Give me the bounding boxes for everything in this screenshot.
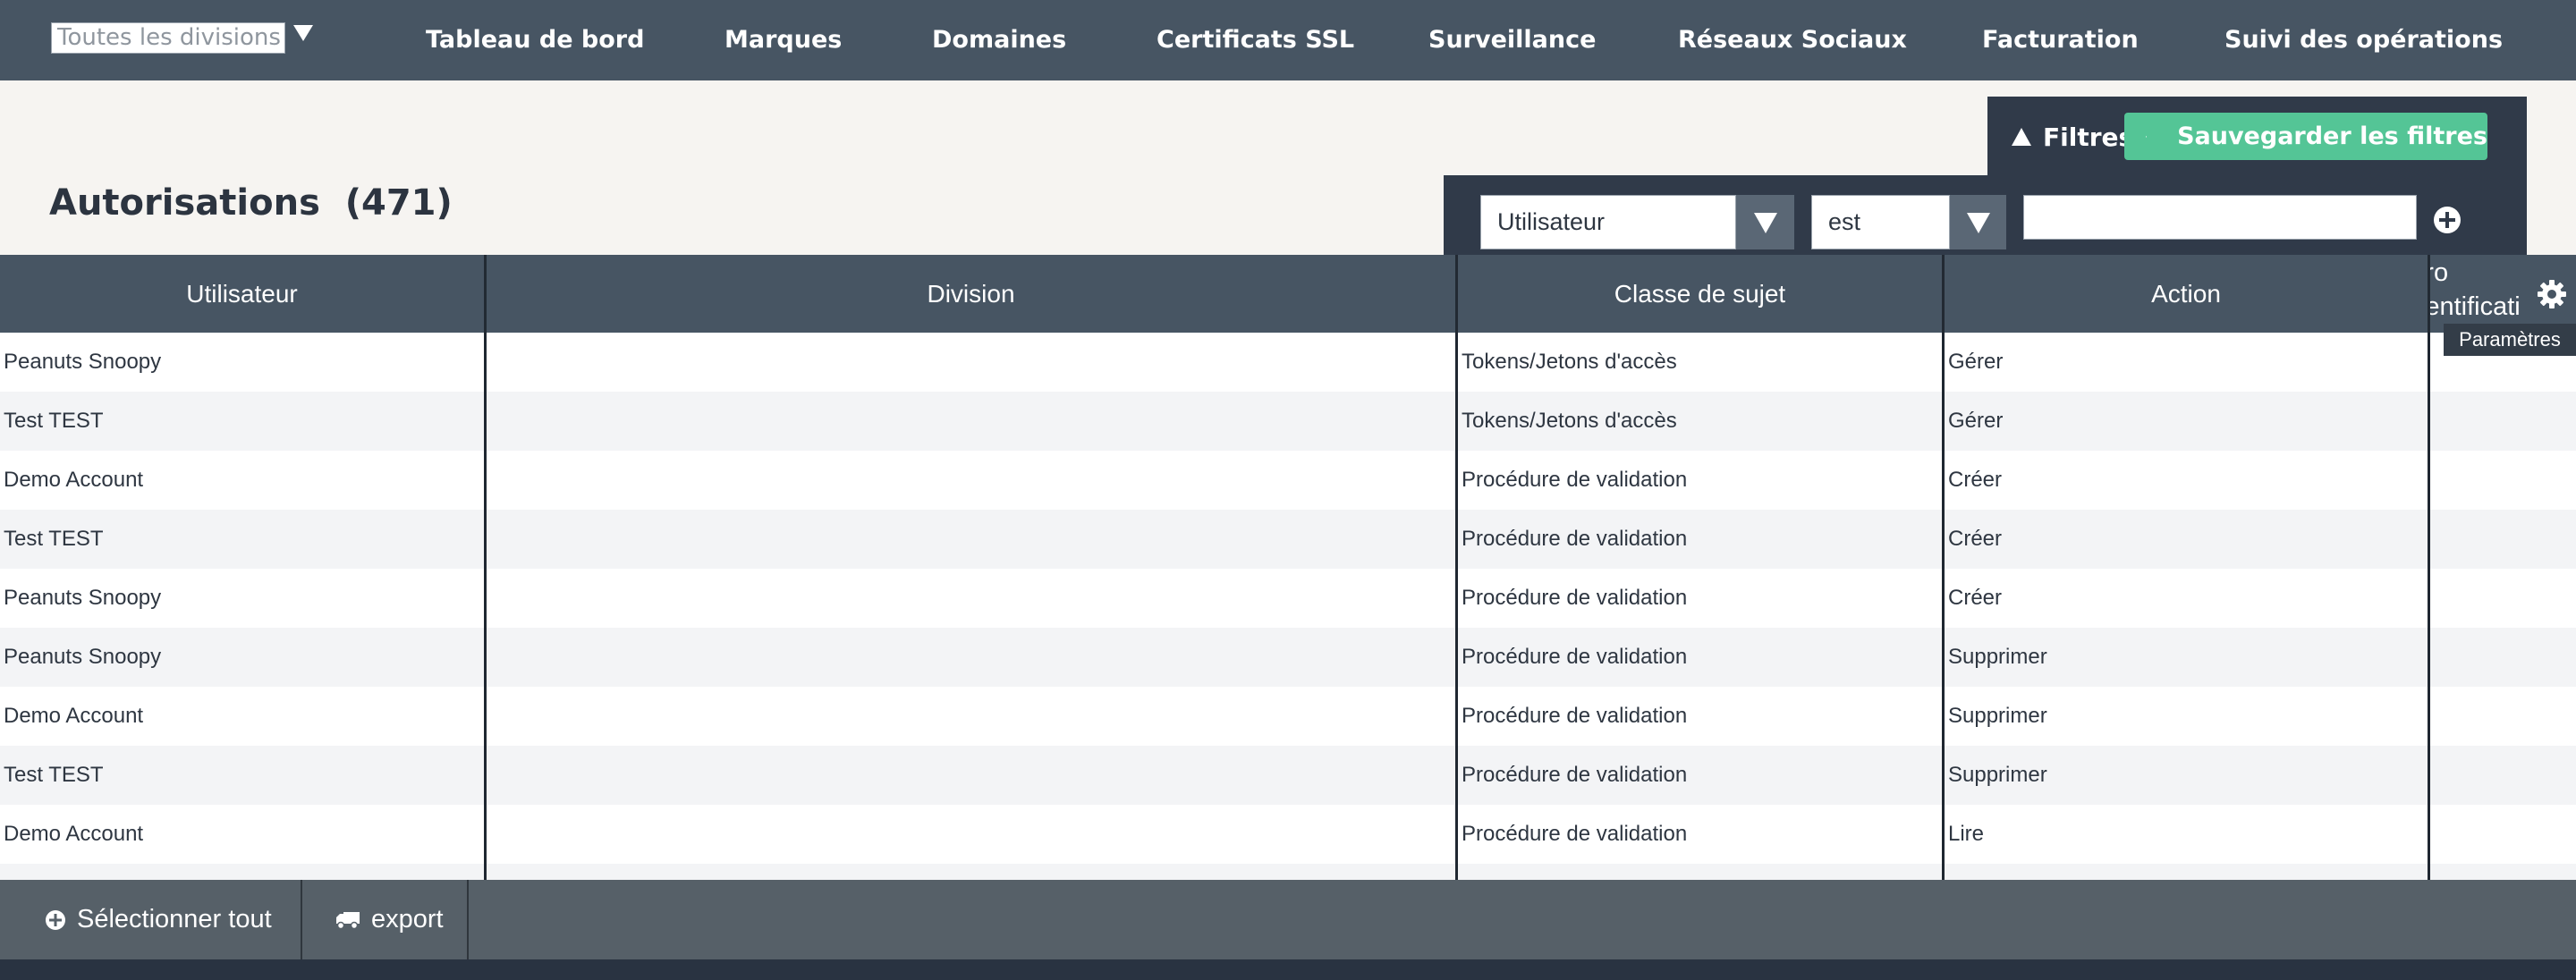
footer-divider xyxy=(467,880,469,959)
division-select[interactable]: Toutes les divisions xyxy=(51,22,285,54)
bookmark-icon xyxy=(2146,135,2147,138)
column-header-utilisateur[interactable]: Utilisateur xyxy=(0,255,484,333)
cell-utilisateur: Peanuts Snoopy xyxy=(4,645,162,669)
table-header: Utilisateur Division Classe de sujet Act… xyxy=(0,255,2576,333)
column-header-partial-line-2: uthentificati xyxy=(2428,292,2521,321)
cell-division xyxy=(487,805,1455,864)
truck-icon xyxy=(336,911,360,929)
cell-classe-de-sujet: Procédure de validation xyxy=(1462,645,1688,669)
column-header-classe-de-sujet[interactable]: Classe de sujet xyxy=(1455,255,1942,333)
chevron-down-icon xyxy=(1753,212,1777,233)
cell-division xyxy=(487,687,1455,746)
table-row[interactable]: Demo Account Procédure de validation Lir… xyxy=(0,805,2576,864)
cell-action: Créer xyxy=(1948,586,2003,610)
cell-classe-de-sujet: Procédure de validation xyxy=(1462,586,1688,610)
select-all-label: Sélectionner tout xyxy=(77,905,272,934)
column-divider xyxy=(1455,333,1458,881)
filter-field-dropdown-button[interactable] xyxy=(1736,195,1794,249)
cell-action: Gérer xyxy=(1948,350,2004,374)
table-row[interactable]: Test TEST Tokens/Jetons d'accès Gérer xyxy=(0,392,2576,451)
record-count: (471) xyxy=(344,182,453,224)
page-title: Autorisations (471) xyxy=(49,182,453,224)
page-title-text: Autorisations xyxy=(49,182,320,224)
filter-operator-select[interactable]: est xyxy=(1811,195,1950,249)
cell-division xyxy=(487,746,1455,805)
cell-division xyxy=(487,451,1455,510)
table-row-partial xyxy=(0,864,2576,881)
export-button[interactable]: export xyxy=(335,880,444,959)
cell-division xyxy=(487,392,1455,451)
nav-item-marques[interactable]: Marques xyxy=(724,22,842,58)
chevron-down-icon[interactable] xyxy=(292,21,315,45)
column-divider xyxy=(2428,333,2430,881)
nav-item-domaines[interactable]: Domaines xyxy=(932,22,1066,58)
filters-toggle-label: Filtres xyxy=(2043,122,2134,152)
bottom-strip xyxy=(0,959,2576,980)
table-row[interactable]: Peanuts Snoopy Tokens/Jetons d'accès Gér… xyxy=(0,333,2576,392)
filter-value-input[interactable] xyxy=(2023,195,2417,240)
column-divider xyxy=(1942,333,1945,881)
nav-item-tableau-de-bord[interactable]: Tableau de bord xyxy=(426,22,644,58)
cell-action: Supprimer xyxy=(1948,763,2047,787)
cell-action: Gérer xyxy=(1948,409,2004,433)
cell-classe-de-sujet: Procédure de validation xyxy=(1462,704,1688,728)
cell-classe-de-sujet: Procédure de validation xyxy=(1462,527,1688,551)
save-filters-button[interactable]: Sauvegarder les filtres xyxy=(2124,113,2487,160)
table-row[interactable]: Test TEST Procédure de validation Suppri… xyxy=(0,746,2576,805)
cell-action: Créer xyxy=(1948,527,2003,551)
nav-item-certificats-ssl[interactable]: Certificats SSL xyxy=(1157,22,1354,58)
nav-item-suivi-des-operations[interactable]: Suivi des opérations xyxy=(2224,22,2503,58)
column-header-division[interactable]: Division xyxy=(484,255,1455,333)
column-header-partial-line-1: méro xyxy=(2430,258,2449,287)
cell-action: Créer xyxy=(1948,468,2003,492)
top-navigation: Toutes les divisions Tableau de bord Mar… xyxy=(0,0,2576,80)
gear-icon[interactable] xyxy=(2537,279,2567,309)
cell-utilisateur: Demo Account xyxy=(4,704,144,728)
cell-utilisateur: Test TEST xyxy=(4,763,104,787)
export-label: export xyxy=(371,905,444,934)
plus-circle-icon xyxy=(46,909,65,930)
cell-action: Supprimer xyxy=(1948,704,2047,728)
filters-toggle[interactable]: Filtres xyxy=(2011,122,2133,152)
cell-utilisateur: Demo Account xyxy=(4,468,144,492)
cell-division xyxy=(487,510,1455,569)
cell-utilisateur: Test TEST xyxy=(4,527,104,551)
nav-item-surveillance[interactable]: Surveillance xyxy=(1428,22,1596,58)
cell-classe-de-sujet: Procédure de validation xyxy=(1462,468,1688,492)
table-row[interactable]: Demo Account Procédure de validation Sup… xyxy=(0,687,2576,746)
cell-division xyxy=(487,569,1455,628)
cell-utilisateur: Demo Account xyxy=(4,822,144,846)
column-header-action[interactable]: Action xyxy=(1942,255,2428,333)
table-footer-bar: Sélectionner tout export xyxy=(0,880,2576,959)
column-divider xyxy=(484,333,487,881)
nav-item-facturation[interactable]: Facturation xyxy=(1982,22,2139,58)
cell-action: Supprimer xyxy=(1948,645,2047,669)
select-all-button[interactable]: Sélectionner tout xyxy=(45,880,272,959)
chevron-down-icon xyxy=(1966,212,1990,233)
permissions-table: Utilisateur Division Classe de sujet Act… xyxy=(0,255,2576,881)
table-row[interactable]: Test TEST Procédure de validation Créer xyxy=(0,510,2576,569)
save-filters-label: Sauvegarder les filtres xyxy=(2177,122,2487,150)
cell-utilisateur: Peanuts Snoopy xyxy=(4,586,162,610)
cell-utilisateur: Test TEST xyxy=(4,409,104,433)
cell-division xyxy=(487,628,1455,687)
cell-classe-de-sujet: Tokens/Jetons d'accès xyxy=(1462,350,1677,374)
table-row[interactable]: Peanuts Snoopy Procédure de validation S… xyxy=(0,628,2576,687)
cell-classe-de-sujet: Procédure de validation xyxy=(1462,763,1688,787)
cell-classe-de-sujet: Procédure de validation xyxy=(1462,822,1688,846)
triangle-up-icon xyxy=(2012,128,2031,146)
cell-classe-de-sujet: Tokens/Jetons d'accès xyxy=(1462,409,1677,433)
cell-division xyxy=(487,333,1455,392)
table-row[interactable]: Peanuts Snoopy Procédure de validation C… xyxy=(0,569,2576,628)
settings-tooltip: Paramètres xyxy=(2444,324,2576,356)
cell-action: Lire xyxy=(1948,822,1985,846)
nav-item-reseaux-sociaux[interactable]: Réseaux Sociaux xyxy=(1678,22,1907,58)
cell-utilisateur: Peanuts Snoopy xyxy=(4,350,162,374)
table-row[interactable]: Demo Account Procédure de validation Cré… xyxy=(0,451,2576,510)
filter-operator-dropdown-button[interactable] xyxy=(1950,195,2006,249)
add-filter-icon[interactable] xyxy=(2433,206,2462,234)
filter-field-select[interactable]: Utilisateur xyxy=(1480,195,1736,249)
footer-divider xyxy=(301,880,302,959)
